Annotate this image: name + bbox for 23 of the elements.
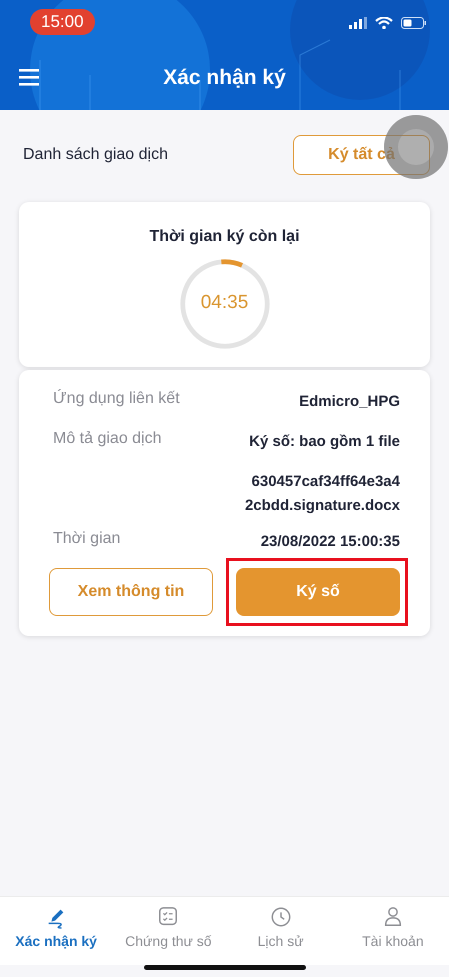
field-label: Ứng dụng liên kết — [53, 390, 180, 408]
field-value: Ký số: bao gồm 1 file — [249, 432, 400, 452]
timer-title: Thời gian ký còn lại — [149, 228, 300, 246]
menu-icon[interactable] — [19, 69, 39, 86]
sign-button[interactable]: Ký số — [236, 568, 400, 616]
section-title: Danh sách giao dịch — [23, 146, 168, 164]
field-value: 23/08/2022 15:00:35 — [260, 532, 400, 552]
status-time: 15:00 — [30, 8, 95, 34]
timer-value: 04:35 — [200, 292, 250, 314]
field-label: Mô tả giao dịch — [53, 430, 162, 448]
battery-icon — [401, 16, 427, 28]
signal-icon — [349, 16, 367, 28]
screen-title: Xác nhận ký — [163, 66, 286, 88]
tab-item[interactable]: Xác nhận ký — [0, 905, 112, 965]
tab-item[interactable]: Tài khoản — [336, 905, 449, 965]
field-value: Edmicro_HPG — [299, 392, 400, 412]
clock-icon — [270, 905, 292, 929]
view-info-button[interactable]: Xem thông tin — [49, 568, 213, 616]
field-value: 630457caf34ff64e3a4 2cbdd.signature.docx — [244, 472, 400, 516]
field-label: Thời gian — [53, 530, 120, 548]
tab-item[interactable]: Chứng thư số — [112, 905, 224, 965]
wifi-icon — [375, 16, 393, 28]
tab-item[interactable]: Lịch sử — [224, 905, 337, 965]
